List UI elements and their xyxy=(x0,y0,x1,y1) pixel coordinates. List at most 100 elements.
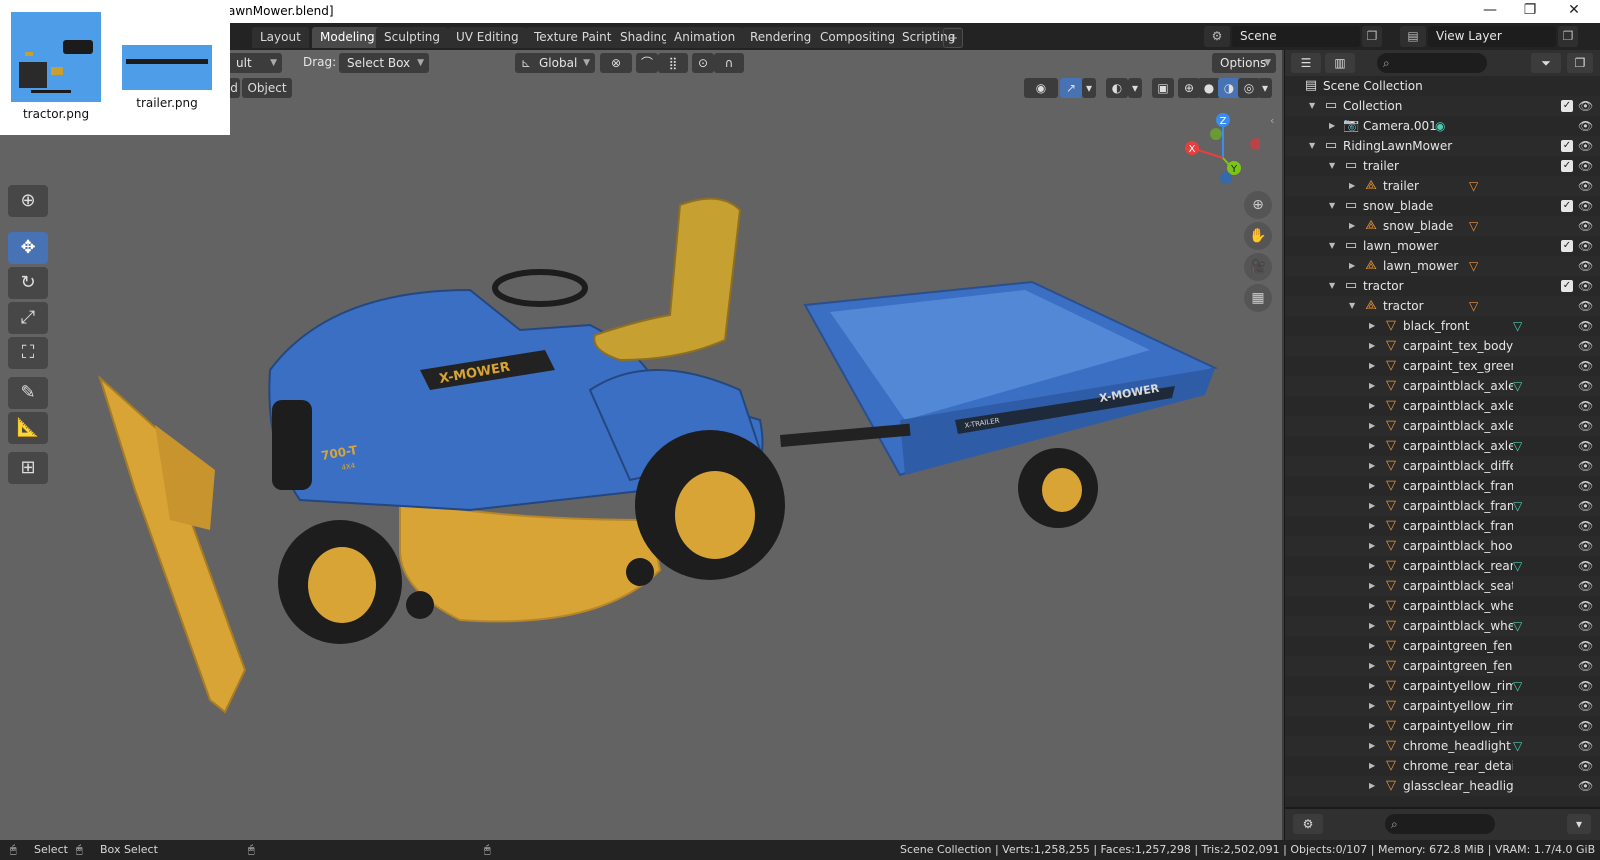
collapse-arrow-icon[interactable]: ▼ xyxy=(1329,236,1335,256)
outliner-search-input[interactable]: ⌕ xyxy=(1377,53,1487,73)
outliner-row[interactable]: ▶▽carpaintblack_rear_element▽👁 xyxy=(1285,556,1600,576)
outliner-row[interactable]: ▼ ⟁ tractor ▽ 👁 xyxy=(1285,296,1600,316)
tab-texture-paint[interactable]: Texture Paint xyxy=(526,27,620,48)
exclude-checkbox[interactable]: ✓ xyxy=(1561,280,1573,292)
outliner-row[interactable]: ▼ ▭ trailer ✓ 👁 xyxy=(1285,156,1600,176)
outliner-row[interactable]: ▶ ▽ carpaintblack_frame 👁 xyxy=(1285,476,1600,496)
thumbnail-trailer[interactable]: trailer.png xyxy=(122,45,212,110)
visibility-eye-icon[interactable]: 👁 xyxy=(1578,276,1593,296)
expand-arrow-icon[interactable]: ▶ xyxy=(1369,476,1375,496)
visibility-eye-icon[interactable]: 👁 xyxy=(1578,536,1593,556)
visibility-eye-icon[interactable]: 👁 xyxy=(1578,336,1593,356)
expand-arrow-icon[interactable]: ▶ xyxy=(1369,436,1375,456)
exclude-checkbox[interactable]: ✓ xyxy=(1561,160,1573,172)
outliner-row[interactable]: ▶ ▽ carpaintblack_frame_rear 👁 xyxy=(1285,516,1600,536)
collapse-arrow-icon[interactable]: ▼ xyxy=(1329,196,1335,216)
expand-arrow-icon[interactable]: ▶ xyxy=(1329,116,1335,136)
close-button[interactable]: ✕ xyxy=(1560,2,1588,20)
expand-arrow-icon[interactable]: ▶ xyxy=(1369,676,1375,696)
properties-collapse-button[interactable]: ▾ xyxy=(1567,814,1591,834)
new-collection-icon[interactable]: ❐ xyxy=(1567,53,1593,73)
new-view-layer-icon[interactable]: ❐ xyxy=(1558,26,1578,47)
expand-arrow-icon[interactable]: ▶ xyxy=(1349,256,1355,276)
visibility-eye-icon[interactable]: 👁 xyxy=(1578,736,1593,756)
collapse-arrow-icon[interactable]: ▼ xyxy=(1309,96,1315,116)
outliner-row[interactable]: ▼ ▭ Collection ✓ 👁 xyxy=(1285,96,1600,116)
tab-rendering[interactable]: Rendering xyxy=(742,27,820,48)
visibility-eye-icon[interactable]: 👁 xyxy=(1578,756,1593,776)
outliner-row[interactable]: ▶▽carpaintyellow_rim_front00▽👁 xyxy=(1285,676,1600,696)
visibility-eye-icon[interactable]: 👁 xyxy=(1578,716,1593,736)
outliner-row[interactable]: ▶ ▽ carpaintgreen_fender02 👁 xyxy=(1285,636,1600,656)
outliner-row[interactable]: ▶ ▽ carpaintblack_seat_support 👁 xyxy=(1285,576,1600,596)
outliner-row[interactable]: ▶▽carpaintblack_axle_front▽👁 xyxy=(1285,376,1600,396)
tab-animation[interactable]: Animation xyxy=(666,27,744,48)
tab-uv-editing[interactable]: UV Editing xyxy=(448,27,527,48)
expand-arrow-icon[interactable]: ▶ xyxy=(1369,596,1375,616)
outliner-row[interactable]: ▼ ▭ RidingLawnMower ✓ 👁 xyxy=(1285,136,1600,156)
expand-arrow-icon[interactable]: ▶ xyxy=(1349,216,1355,236)
scene-selector[interactable]: Scene xyxy=(1232,26,1360,47)
expand-arrow-icon[interactable]: ▶ xyxy=(1369,316,1375,336)
expand-arrow-icon[interactable]: ▶ xyxy=(1369,656,1375,676)
outliner-row[interactable]: ▶▽carpaintblack_frame_front_el▽👁 xyxy=(1285,496,1600,516)
outliner-row[interactable]: ▶ ▽ carpaintyellow_rims_rear 👁 xyxy=(1285,716,1600,736)
outliner-row[interactable]: ▶ ▽ chrome_rear_details 👁 xyxy=(1285,756,1600,776)
expand-arrow-icon[interactable]: ▶ xyxy=(1369,496,1375,516)
exclude-checkbox[interactable]: ✓ xyxy=(1561,140,1573,152)
outliner-row[interactable]: ▶ ▽ carpaintgreen_fender03 👁 xyxy=(1285,656,1600,676)
collapse-arrow-icon[interactable]: ▼ xyxy=(1309,136,1315,156)
3d-viewport[interactable]: ult ▼ Drag: Select Box ▼ ⊾ Global ▼ ⊗ ⌒ ⣿ ⊙… xyxy=(0,50,1282,840)
outliner-row[interactable]: ▼ ▭ lawn_mower ✓ 👁 xyxy=(1285,236,1600,256)
expand-arrow-icon[interactable]: ▶ xyxy=(1349,176,1355,196)
thumbnail-tractor[interactable]: tractor.png xyxy=(11,12,101,121)
outliner-row[interactable]: ▶ ▽ carpaintblack_wheel_arm00 👁 xyxy=(1285,596,1600,616)
expand-arrow-icon[interactable]: ▶ xyxy=(1369,576,1375,596)
expand-arrow-icon[interactable]: ▶ xyxy=(1369,376,1375,396)
view-layer-icon[interactable]: ▤ xyxy=(1400,26,1426,47)
outliner-row[interactable]: ▶▽carpaintblack_axle_rear▽👁 xyxy=(1285,436,1600,456)
outliner-row[interactable]: ▶ ▽ carpaint_tex_green_fender04 👁 xyxy=(1285,356,1600,376)
visibility-eye-icon[interactable]: 👁 xyxy=(1578,656,1593,676)
add-workspace-button[interactable]: + xyxy=(943,28,963,48)
outliner-row[interactable]: ▶ ▽ black_front ▽ 👁 xyxy=(1285,316,1600,336)
outliner-row[interactable]: ▶ 📷 Camera.001 ◉ 👁 xyxy=(1285,116,1600,136)
restore-button[interactable]: ❐ xyxy=(1516,2,1544,20)
outliner-row[interactable]: ▶ ▽ carpaintblack_hook 👁 xyxy=(1285,536,1600,556)
new-scene-icon[interactable]: ❐ xyxy=(1362,26,1382,47)
filter-icon[interactable]: ⏷ xyxy=(1531,53,1561,73)
visibility-eye-icon[interactable]: 👁 xyxy=(1578,456,1593,476)
visibility-eye-icon[interactable]: 👁 xyxy=(1578,416,1593,436)
outliner-row[interactable]: ▶ ⟁ trailer ▽ 👁 xyxy=(1285,176,1600,196)
collapse-arrow-icon[interactable]: ▼ xyxy=(1329,276,1335,296)
tab-modeling[interactable]: Modeling xyxy=(312,27,383,48)
expand-arrow-icon[interactable]: ▶ xyxy=(1369,356,1375,376)
expand-arrow-icon[interactable]: ▶ xyxy=(1369,556,1375,576)
visibility-eye-icon[interactable]: 👁 xyxy=(1578,296,1593,316)
properties-editor-type-button[interactable]: ⚙ xyxy=(1293,814,1323,834)
outliner-row[interactable]: ▶ ⟁ snow_blade ▽ 👁 xyxy=(1285,216,1600,236)
outliner-row[interactable]: ▶ ▽ carpaintblack_differencial_frc 👁 xyxy=(1285,456,1600,476)
outliner-row[interactable]: ▼ ▭ snow_blade ✓ 👁 xyxy=(1285,196,1600,216)
collapse-arrow-icon[interactable]: ▼ xyxy=(1349,296,1355,316)
expand-arrow-icon[interactable]: ▶ xyxy=(1369,416,1375,436)
visibility-eye-icon[interactable]: 👁 xyxy=(1578,476,1593,496)
visibility-eye-icon[interactable]: 👁 xyxy=(1578,236,1593,256)
visibility-eye-icon[interactable]: 👁 xyxy=(1578,96,1593,116)
visibility-eye-icon[interactable]: 👁 xyxy=(1578,576,1593,596)
outliner-row[interactable]: ▶ ▽ carpaintyellow_rim_front01 👁 xyxy=(1285,696,1600,716)
visibility-eye-icon[interactable]: 👁 xyxy=(1578,616,1593,636)
visibility-eye-icon[interactable]: 👁 xyxy=(1578,156,1593,176)
outliner-row[interactable]: ▤ Scene Collection xyxy=(1285,76,1600,96)
visibility-eye-icon[interactable]: 👁 xyxy=(1578,356,1593,376)
tab-compositing[interactable]: Compositing xyxy=(812,27,904,48)
expand-arrow-icon[interactable]: ▶ xyxy=(1369,456,1375,476)
expand-arrow-icon[interactable]: ▶ xyxy=(1369,716,1375,736)
visibility-eye-icon[interactable]: 👁 xyxy=(1578,316,1593,336)
properties-search-input[interactable]: ⌕ xyxy=(1385,814,1495,834)
view-layer-selector[interactable]: View Layer xyxy=(1428,26,1556,47)
visibility-eye-icon[interactable]: 👁 xyxy=(1578,696,1593,716)
visibility-eye-icon[interactable]: 👁 xyxy=(1578,176,1593,196)
expand-arrow-icon[interactable]: ▶ xyxy=(1369,696,1375,716)
outliner-row[interactable]: ▶ ▽ carpaintblack_axle_front00 👁 xyxy=(1285,396,1600,416)
